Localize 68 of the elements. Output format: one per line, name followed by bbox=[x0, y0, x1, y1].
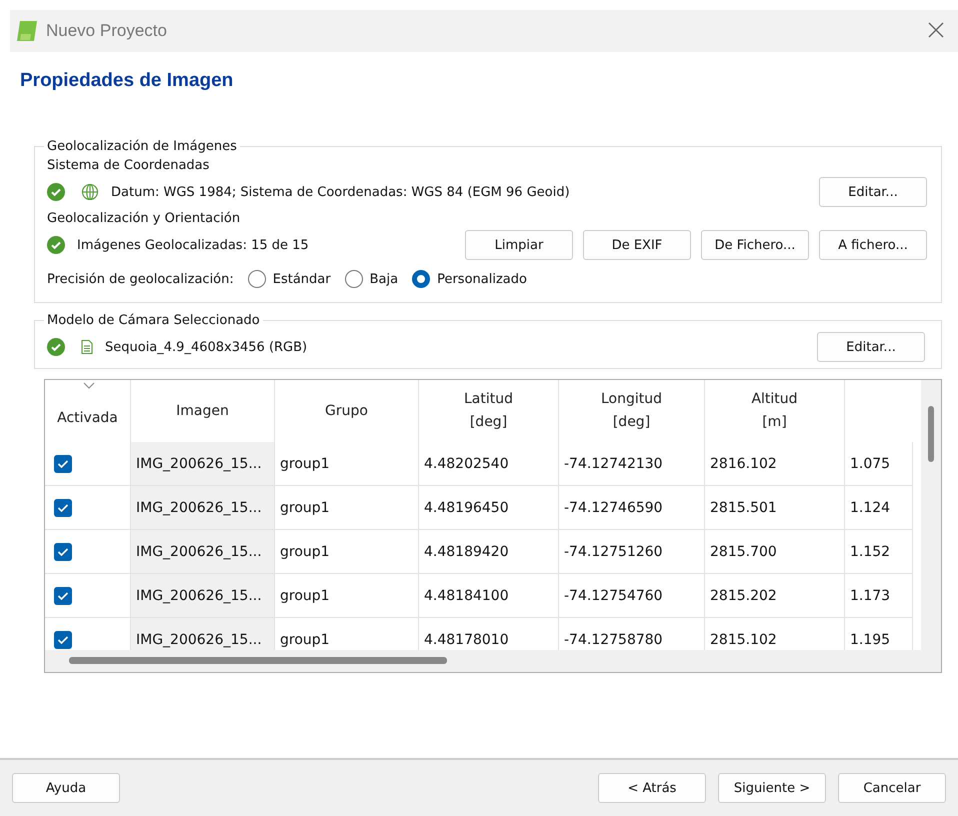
section-label: Sistema de Coordenadas bbox=[47, 158, 210, 173]
table-cell: IMG_200626_15... bbox=[131, 442, 275, 486]
table-cell: IMG_200626_15... bbox=[131, 574, 275, 618]
table-cell: 1.124 bbox=[845, 486, 913, 530]
table-cell: 2815.202 bbox=[705, 574, 845, 618]
row-checkbox[interactable] bbox=[54, 454, 72, 472]
nav-button[interactable]: < Atrás bbox=[598, 773, 706, 803]
table-cell: 2815.700 bbox=[705, 530, 845, 574]
table-cell: 4.48202540 bbox=[419, 442, 559, 486]
radio-option[interactable]: Estándar bbox=[248, 270, 331, 288]
checkmark-icon bbox=[57, 634, 69, 644]
nav-button[interactable]: Cancelar bbox=[838, 773, 946, 803]
table-cell: IMG_200626_15... bbox=[131, 486, 275, 530]
table-cell: -74.12754760 bbox=[559, 574, 705, 618]
row-checkbox[interactable] bbox=[54, 498, 72, 516]
globe-icon bbox=[81, 183, 99, 201]
vertical-scrollbar[interactable] bbox=[921, 380, 941, 650]
radio-icon[interactable] bbox=[248, 270, 266, 288]
radio-option[interactable]: Personalizado bbox=[412, 270, 527, 288]
table-cell: 4.48189420 bbox=[419, 530, 559, 574]
group-title: Modelo de Cámara Seleccionado bbox=[46, 313, 261, 328]
group-title: Geolocalización de Imágenes bbox=[46, 139, 238, 154]
table-cell: 2815.501 bbox=[705, 486, 845, 530]
radio-icon[interactable] bbox=[344, 270, 363, 288]
checkmark-icon bbox=[57, 502, 69, 512]
status-text: Imágenes Geolocalizadas: 15 de 15 bbox=[77, 238, 309, 252]
radio-option[interactable]: Baja bbox=[344, 270, 398, 288]
app-logo-icon bbox=[16, 20, 38, 42]
action-button[interactable]: De Fichero... bbox=[701, 230, 809, 260]
section-label: Geolocalización y Orientación bbox=[47, 211, 242, 226]
document-icon bbox=[81, 340, 93, 354]
table-cell: group1 bbox=[275, 530, 419, 574]
table-cell: 1.173 bbox=[845, 574, 913, 618]
checkmark-icon bbox=[57, 458, 69, 468]
table-cell: -74.12742130 bbox=[559, 442, 705, 486]
edit-button[interactable]: Editar... bbox=[819, 177, 927, 207]
nav-button[interactable]: Siguiente > bbox=[718, 773, 826, 803]
edit-button[interactable]: Editar... bbox=[817, 332, 925, 362]
help-button[interactable]: Ayuda bbox=[12, 773, 120, 803]
table-cell: IMG_200626_15... bbox=[131, 618, 275, 650]
accuracy-label: Precisión de geolocalización: bbox=[47, 272, 234, 286]
sort-caret-icon bbox=[83, 382, 95, 389]
row-checkbox[interactable] bbox=[54, 542, 72, 560]
table-cell: 1.152 bbox=[845, 530, 913, 574]
checkmark-icon bbox=[57, 546, 69, 556]
table-cell: -74.12746590 bbox=[559, 486, 705, 530]
action-button[interactable]: A fichero... bbox=[819, 230, 927, 260]
table-cell: 1.075 bbox=[845, 442, 913, 486]
table-cell: 2816.102 bbox=[705, 442, 845, 486]
row-checkbox[interactable] bbox=[54, 630, 72, 648]
close-icon bbox=[928, 22, 944, 38]
table-cell: group1 bbox=[275, 486, 419, 530]
table-cell: 4.48184100 bbox=[419, 574, 559, 618]
radio-icon[interactable] bbox=[412, 270, 430, 288]
page-heading: Propiedades de Imagen bbox=[20, 70, 234, 92]
table-cell: -74.12751260 bbox=[559, 530, 705, 574]
action-button[interactable]: De EXIF bbox=[583, 230, 691, 260]
table-cell: 4.48196450 bbox=[419, 486, 559, 530]
table-cell: group1 bbox=[275, 574, 419, 618]
status-text: Sequoia_4.9_4608x3456 (RGB) bbox=[105, 340, 308, 354]
row-checkbox[interactable] bbox=[54, 586, 72, 604]
horizontal-scrollbar[interactable] bbox=[45, 650, 941, 672]
checkmark-icon bbox=[57, 590, 69, 600]
status-text: Datum: WGS 1984; Sistema de Coordenadas: WGS 84 (EGM 96 Geoid) bbox=[111, 184, 570, 200]
table-cell: IMG_200626_15... bbox=[131, 530, 275, 574]
window-title: Nuevo Proyecto bbox=[46, 21, 168, 41]
action-button[interactable]: Limpiar bbox=[465, 230, 573, 260]
table-cell: group1 bbox=[275, 442, 419, 486]
